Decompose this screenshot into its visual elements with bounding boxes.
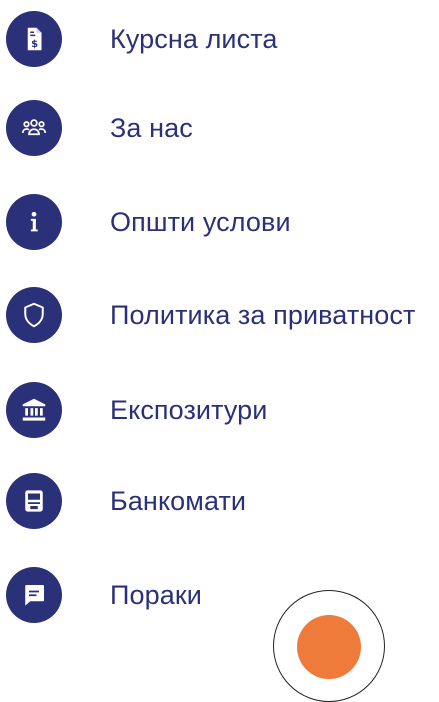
svg-text:$: $ xyxy=(31,39,38,50)
menu-item-label: Курсна листа xyxy=(110,23,278,54)
menu-item-label: Пораки xyxy=(110,579,202,610)
atm-icon xyxy=(6,473,62,529)
menu-item-label: Експозитури xyxy=(110,394,268,425)
menu-item-label: Политика за приватност xyxy=(110,299,416,330)
bank-building-icon xyxy=(6,382,62,438)
menu-item-branches[interactable]: Експозитури xyxy=(6,380,439,440)
menu-item-exchange-rates[interactable]: $ Курсна листа xyxy=(6,9,439,69)
menu-item-terms[interactable]: Општи услови xyxy=(6,192,439,252)
exchange-document-icon: $ xyxy=(6,11,62,67)
menu-item-about-us[interactable]: За нас xyxy=(6,98,439,158)
floating-action-button[interactable] xyxy=(297,615,361,679)
menu-item-label: За нас xyxy=(110,112,193,143)
menu-item-atms[interactable]: Банкомати xyxy=(6,471,439,531)
info-icon xyxy=(6,194,62,250)
menu-item-label: Банкомати xyxy=(110,485,247,516)
people-group-icon xyxy=(6,100,62,156)
shield-icon xyxy=(6,287,62,343)
message-icon xyxy=(6,567,62,623)
side-menu: $ Курсна листа За нас Општи услови Полит… xyxy=(0,0,439,626)
menu-item-privacy-policy[interactable]: Политика за приватност xyxy=(6,285,439,345)
menu-item-label: Општи услови xyxy=(110,206,291,237)
